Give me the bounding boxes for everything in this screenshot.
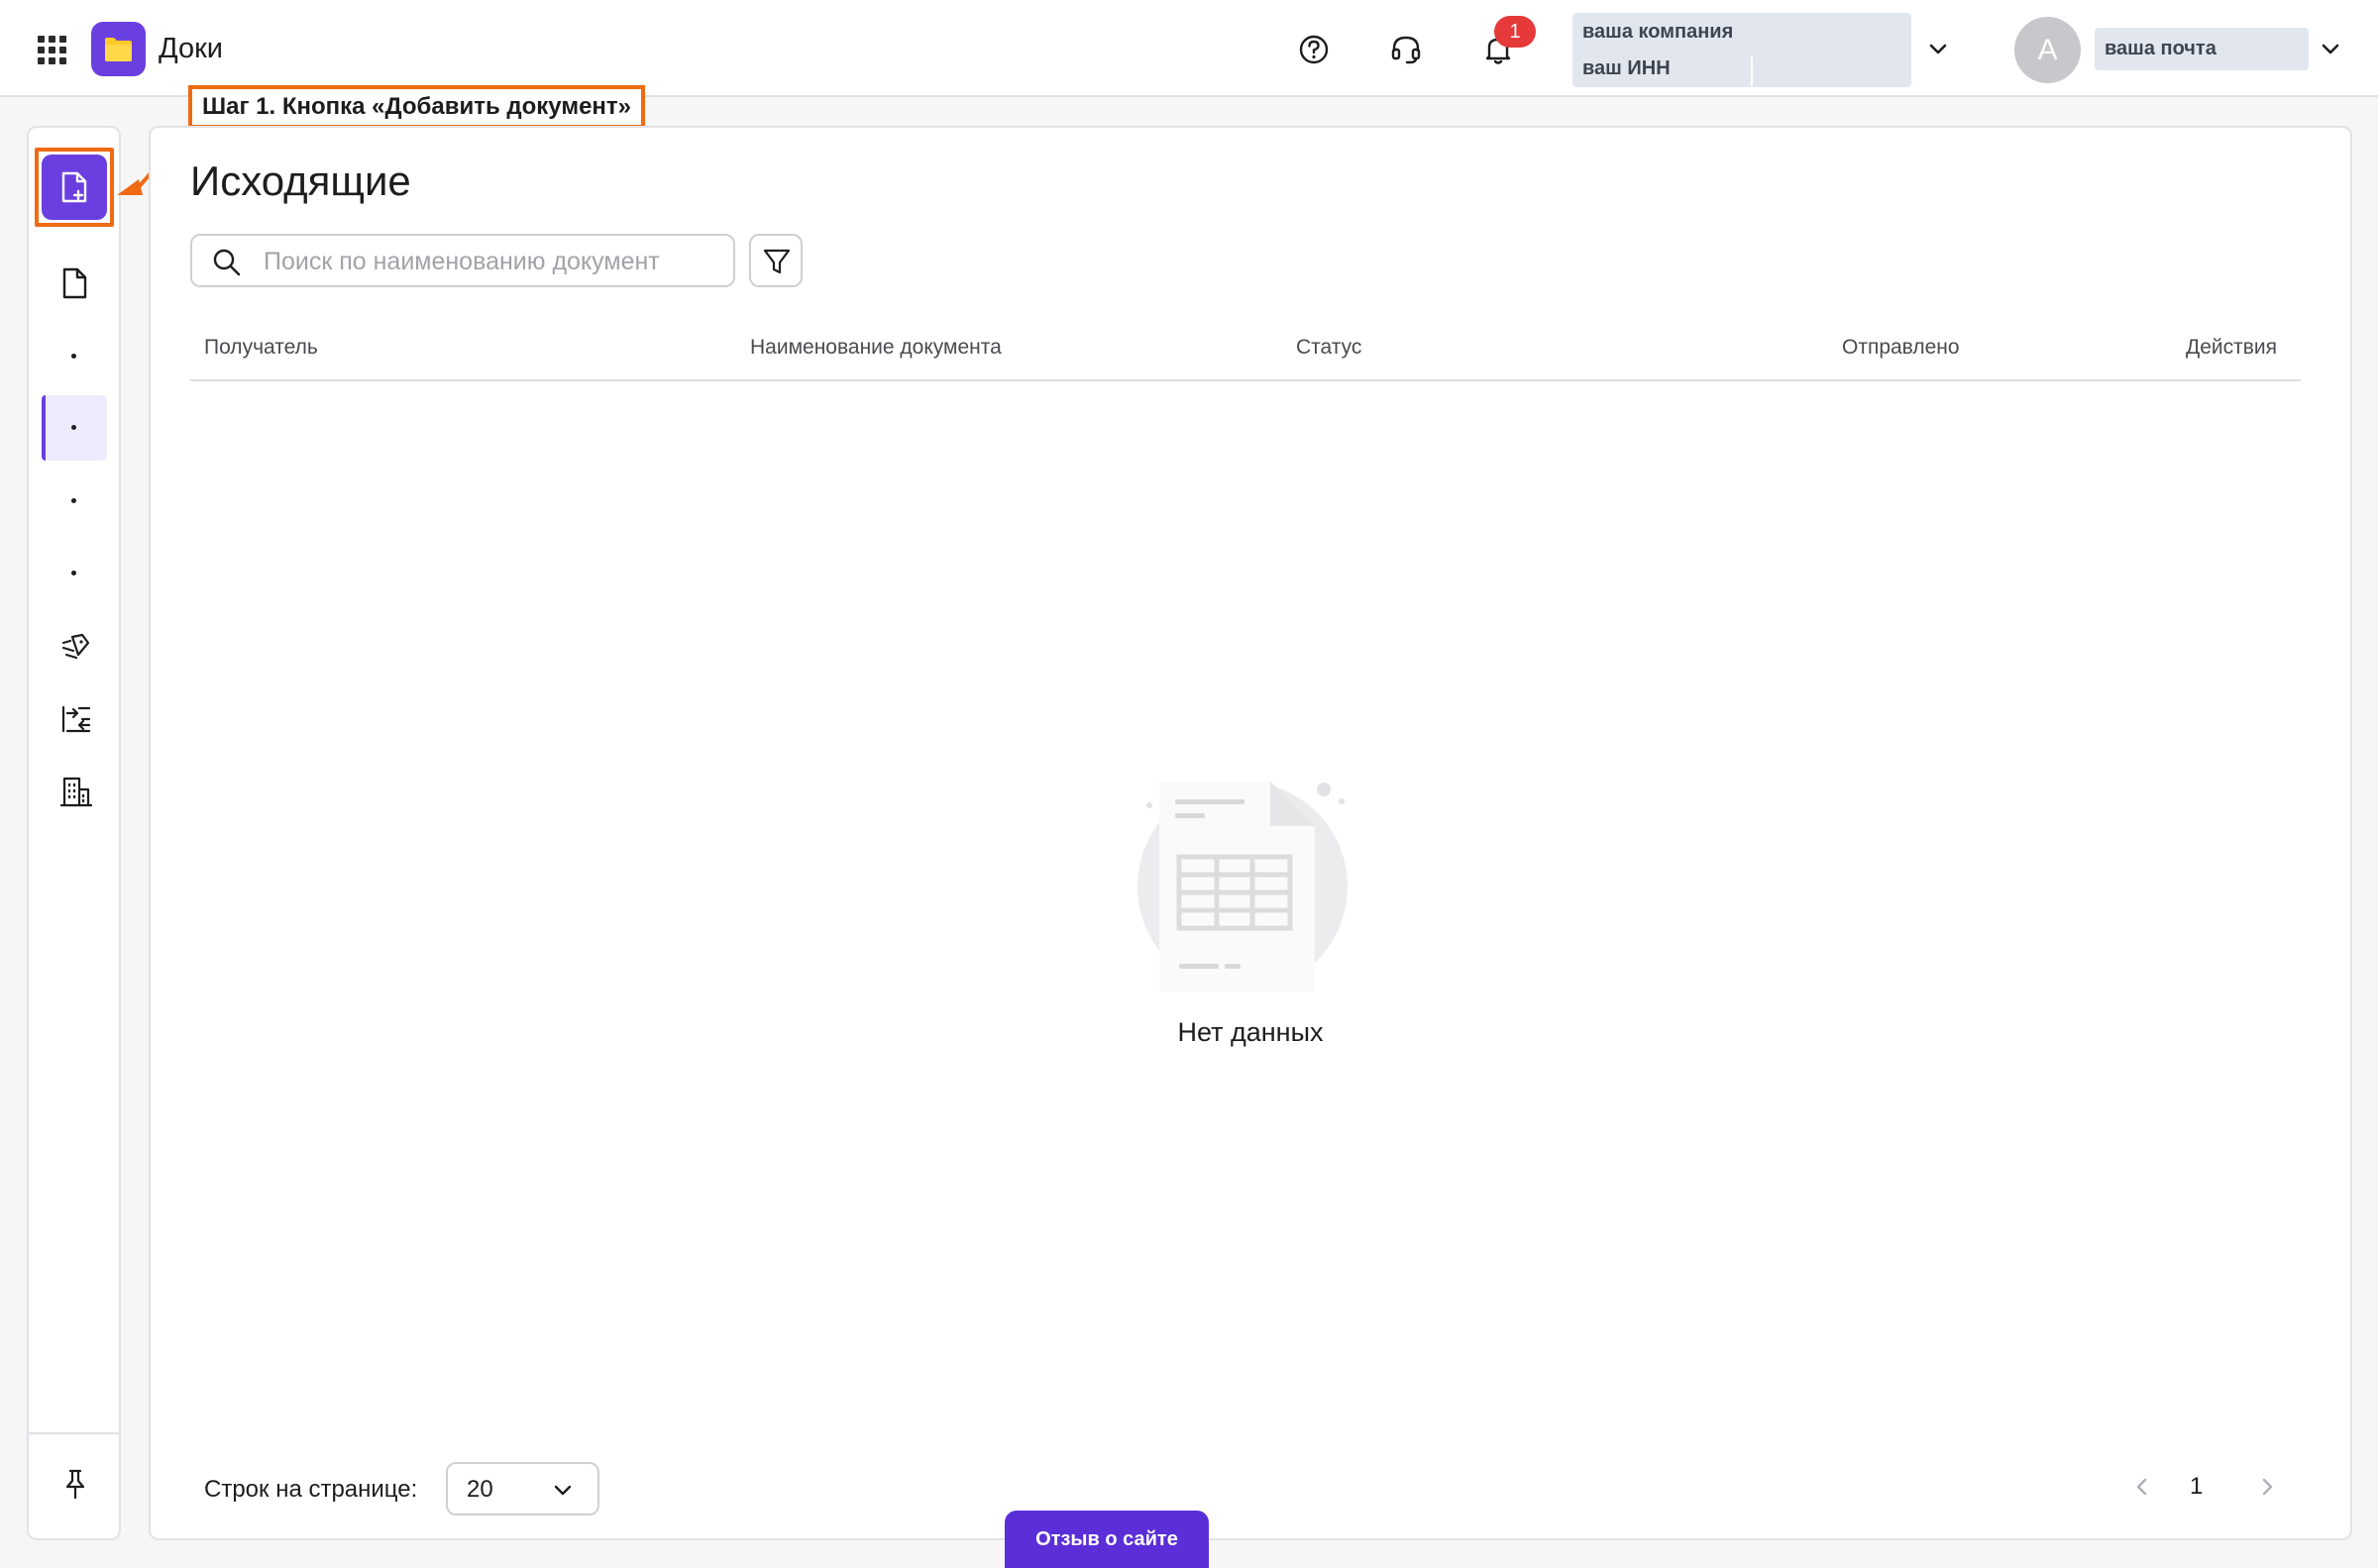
top-bar: Доки 1 ваша компания ваш ИНН A ваша почт… (0, 0, 2378, 97)
pin-sidebar-button[interactable] (42, 1450, 107, 1516)
pen-sign-icon (61, 633, 90, 660)
sidebar-item-outgoing[interactable] (42, 395, 107, 461)
apps-grid-icon[interactable] (36, 34, 69, 67)
rows-per-page-select[interactable]: 20 (446, 1462, 599, 1516)
empty-state-illustration (1137, 782, 1348, 992)
app-logo[interactable] (91, 22, 146, 76)
user-email: ваша почта (2105, 38, 2216, 59)
user-email-box[interactable]: ваша почта (2095, 28, 2309, 70)
company-selector[interactable]: ваша компания ваш ИНН (1572, 13, 1911, 87)
pin-icon (65, 1469, 85, 1500)
sidebar-item-archive[interactable] (42, 541, 107, 606)
sidebar-item-documents[interactable] (42, 250, 107, 315)
help-circle-icon (1299, 35, 1329, 64)
notification-badge: 1 (1494, 16, 1536, 48)
headset-icon (1391, 36, 1421, 64)
column-header-status[interactable]: Статус (1296, 336, 1361, 360)
page-title: Исходящие (190, 157, 411, 204)
search-input[interactable] (262, 244, 662, 279)
column-header-actions: Действия (2185, 336, 2277, 359)
support-button[interactable] (1386, 30, 1426, 69)
help-button[interactable] (1294, 30, 1334, 69)
company-name: ваша компания (1582, 21, 1734, 43)
search-icon (213, 249, 241, 276)
file-icon (62, 267, 87, 299)
bullet-dot (71, 571, 76, 575)
sidebar-item-exchange[interactable] (42, 685, 107, 751)
column-header-recipient[interactable]: Получатель (204, 336, 318, 360)
bullet-dot (71, 498, 76, 503)
step-callout: Шаг 1. Кнопка «Добавить документ» (188, 85, 646, 129)
sidebar (27, 126, 121, 1540)
avatar[interactable]: A (2014, 17, 2081, 83)
rows-per-page-label: Строк на странице: (204, 1476, 418, 1503)
sidebar-item-signing[interactable] (42, 613, 107, 679)
feedback-button[interactable]: Отзыв о сайте (1005, 1511, 1209, 1568)
chevron-down-icon[interactable] (1926, 38, 1950, 61)
sidebar-item-drafts[interactable] (42, 469, 107, 534)
company-divider (1751, 56, 1753, 86)
exchange-icon (61, 705, 91, 733)
search-box[interactable] (190, 234, 735, 287)
sidebar-divider (29, 1432, 119, 1434)
chevron-down-icon[interactable] (2319, 38, 2342, 61)
column-header-document-name[interactable]: Наименование документа (750, 336, 1002, 360)
empty-state-text: Нет данных (1177, 1017, 1324, 1047)
main-content: Исходящие Получатель Наименование докуме… (149, 126, 2352, 1540)
filter-button[interactable] (749, 234, 803, 287)
pagination-current-page[interactable]: 1 (2190, 1473, 2203, 1501)
folder-icon (105, 38, 132, 61)
rows-per-page-value: 20 (467, 1476, 493, 1503)
chevron-right-icon[interactable] (2255, 1475, 2279, 1499)
sidebar-item-organization[interactable] (42, 758, 107, 823)
filter-icon (763, 249, 791, 274)
column-header-sent[interactable]: Отправлено (1842, 336, 1960, 360)
chevron-down-icon (554, 1485, 572, 1496)
company-inn: ваш ИНН (1582, 57, 1671, 79)
chevron-left-icon[interactable] (2130, 1475, 2154, 1499)
bullet-dot (71, 354, 76, 359)
sidebar-item-incoming[interactable] (42, 324, 107, 389)
add-document-highlight (35, 148, 114, 227)
bullet-dot (71, 425, 76, 430)
app-title: Доки (159, 33, 223, 64)
building-icon (60, 777, 92, 807)
table-header: Получатель Наименование документа Статус… (190, 326, 2301, 381)
